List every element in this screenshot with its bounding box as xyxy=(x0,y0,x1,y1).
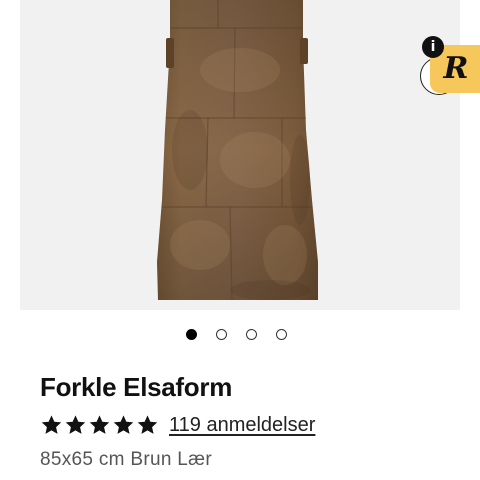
star-icon xyxy=(41,415,62,434)
product-title: Forkle Elsaform xyxy=(40,372,233,402)
star-icon xyxy=(65,415,86,434)
product-variant: 85x65 cm Brun Lær xyxy=(40,449,212,470)
gallery-dot-4[interactable] xyxy=(276,329,287,340)
product-page: R i Forkle Elsaform 119 anmeldelser 85x6… xyxy=(0,0,480,480)
gallery-dot-2[interactable] xyxy=(216,329,227,340)
star-icon xyxy=(89,415,110,434)
reviews-logo: R xyxy=(443,51,469,86)
gallery-dot-1[interactable] xyxy=(186,329,197,340)
product-image[interactable] xyxy=(20,0,460,310)
gallery-pagination xyxy=(186,329,287,340)
gallery-dot-3[interactable] xyxy=(246,329,257,340)
star-rating[interactable] xyxy=(40,414,159,436)
star-icon xyxy=(113,415,134,434)
star-icon xyxy=(137,415,158,434)
product-image-gallery[interactable] xyxy=(20,0,460,310)
reviews-link[interactable]: 119 anmeldelser xyxy=(169,414,315,437)
rating-row: 119 anmeldelser xyxy=(40,411,315,439)
info-icon[interactable]: i xyxy=(422,36,444,58)
